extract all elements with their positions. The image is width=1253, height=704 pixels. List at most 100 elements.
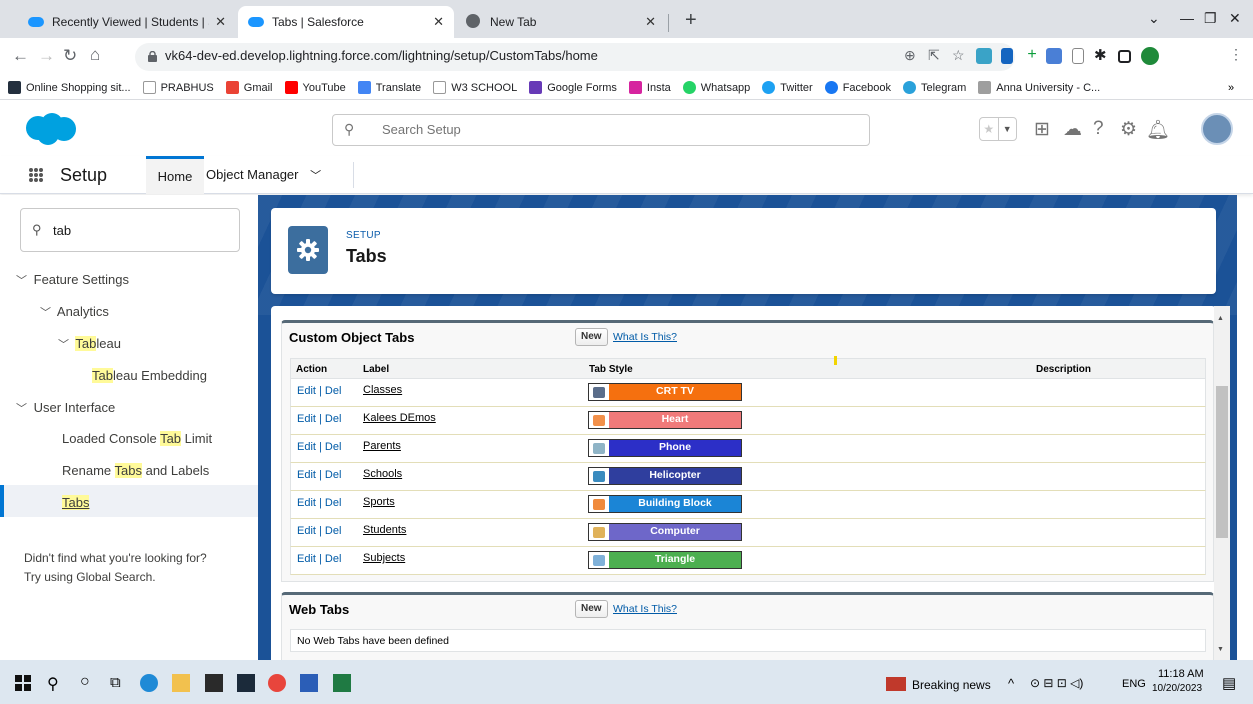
- word-icon[interactable]: [300, 674, 318, 692]
- browser-tab-new-tab[interactable]: New Tab ✕: [456, 6, 666, 38]
- store-icon[interactable]: [205, 674, 223, 692]
- bookmark-facebook[interactable]: Facebook: [824, 81, 891, 94]
- notifications-bell-icon[interactable]: 🔔︎: [1146, 118, 1170, 142]
- tree-rename-tabs-and-labels[interactable]: Rename Tabs and Labels: [62, 463, 209, 478]
- edge-icon[interactable]: [140, 674, 158, 692]
- bookmark-insta[interactable]: Insta: [628, 81, 671, 94]
- windows-start-icon[interactable]: [14, 674, 32, 692]
- tree-loaded-console-tab-limit[interactable]: Loaded Console Tab Limit: [62, 431, 212, 446]
- tree-feature-settings[interactable]: ﹀ Feature Settings: [16, 272, 129, 288]
- reload-icon[interactable]: ↻: [63, 46, 77, 66]
- extension-translate-icon[interactable]: [1046, 48, 1062, 64]
- bookmark-prabhus[interactable]: PRABHUS: [142, 81, 214, 94]
- tab-label-link[interactable]: Kalees DEmos: [363, 412, 436, 424]
- tree-analytics[interactable]: ﹀ Analytics: [40, 304, 109, 320]
- excel-icon[interactable]: [333, 674, 351, 692]
- browser-menu-icon[interactable]: ⋮: [1229, 46, 1243, 63]
- clock-date[interactable]: 10/20/2023: [1152, 683, 1202, 694]
- restore-icon[interactable]: ❐: [1204, 10, 1217, 27]
- chrome-icon[interactable]: [268, 674, 286, 692]
- favorite-star-icon[interactable]: ★: [980, 118, 998, 140]
- setup-gear-icon[interactable]: ⚙: [1120, 118, 1137, 141]
- side-panel-icon[interactable]: [1118, 50, 1131, 63]
- nav-tab-home[interactable]: Home: [146, 156, 204, 194]
- home-icon[interactable]: ⌂: [90, 45, 100, 65]
- edit-del-actions[interactable]: Edit | Del: [297, 385, 341, 397]
- global-actions-plus-icon[interactable]: ⊞: [1034, 118, 1050, 141]
- zoom-icon[interactable]: ⊕: [904, 47, 916, 64]
- extension-save-icon[interactable]: [1001, 48, 1013, 64]
- close-tab-icon[interactable]: ✕: [433, 14, 444, 30]
- extension-plus-icon[interactable]: +: [1024, 47, 1040, 64]
- scrollbar-thumb[interactable]: [1216, 386, 1228, 538]
- edit-del-actions[interactable]: Edit | Del: [297, 413, 341, 425]
- nav-tab-object-manager[interactable]: Object Manager ﹀: [206, 156, 321, 194]
- edit-del-actions[interactable]: Edit | Del: [297, 553, 341, 565]
- bookmarks-more-icon[interactable]: »: [1228, 82, 1234, 94]
- breaking-news-label[interactable]: Breaking news: [912, 678, 991, 692]
- share-icon[interactable]: ⇱: [928, 47, 940, 64]
- extensions-puzzle-icon[interactable]: ✱: [1094, 48, 1110, 64]
- browser-tab-recently-viewed[interactable]: Recently Viewed | Students | Sale ✕: [18, 6, 236, 38]
- new-custom-tab-button[interactable]: New: [575, 328, 608, 346]
- bookmark-telegram[interactable]: Telegram: [903, 81, 966, 94]
- task-view-icon[interactable]: ⧉: [110, 674, 121, 691]
- bookmark-google-forms[interactable]: Google Forms: [529, 81, 617, 94]
- tree-user-interface[interactable]: ﹀ User Interface: [16, 400, 115, 416]
- chevron-down-icon[interactable]: ﹀: [40, 304, 54, 320]
- scroll-up-arrow-icon[interactable]: ▲: [1217, 315, 1224, 322]
- mail-icon[interactable]: [237, 674, 255, 692]
- bookmark-whatsapp[interactable]: Whatsapp: [682, 81, 750, 94]
- what-is-this-link[interactable]: What Is This?: [613, 603, 677, 615]
- minimize-icon[interactable]: —: [1180, 10, 1194, 26]
- tree-tableau-embedding[interactable]: Tableau Embedding: [92, 368, 207, 383]
- tab-label-link[interactable]: Subjects: [363, 552, 405, 564]
- file-explorer-icon[interactable]: [172, 674, 190, 692]
- news-icon[interactable]: [886, 677, 906, 691]
- bookmark-anna-university[interactable]: Anna University - C...: [978, 81, 1100, 94]
- chevron-down-icon[interactable]: ﹀: [58, 336, 72, 352]
- bookmark-w3school[interactable]: W3 SCHOOL: [433, 81, 517, 94]
- edit-del-actions[interactable]: Edit | Del: [297, 525, 341, 537]
- tree-tabs[interactable]: Tabs: [62, 495, 90, 510]
- cortana-icon[interactable]: ○: [80, 673, 90, 691]
- chevron-down-icon[interactable]: ﹀: [16, 400, 30, 416]
- what-is-this-link[interactable]: What Is This?: [613, 331, 677, 343]
- salesforce-logo-icon[interactable]: [20, 112, 80, 146]
- clock-time[interactable]: 11:18 AM: [1158, 668, 1204, 680]
- profile-avatar-icon[interactable]: [1141, 47, 1159, 65]
- bookmark-youtube[interactable]: YouTube: [284, 81, 346, 94]
- bookmark-star-icon[interactable]: ☆: [952, 47, 965, 64]
- chevron-down-icon[interactable]: ﹀: [310, 170, 321, 182]
- tab-label-link[interactable]: Classes: [363, 384, 402, 396]
- close-window-icon[interactable]: ✕: [1229, 10, 1241, 27]
- chevron-down-icon[interactable]: ﹀: [16, 272, 30, 288]
- back-arrow-icon[interactable]: ←: [12, 46, 29, 66]
- language-indicator[interactable]: ENG: [1122, 678, 1146, 690]
- favorites-button[interactable]: ★ ▼: [979, 117, 1017, 141]
- bookmark-gmail[interactable]: Gmail: [225, 81, 273, 94]
- edit-del-actions[interactable]: Edit | Del: [297, 469, 341, 481]
- tab-label-link[interactable]: Sports: [363, 496, 395, 508]
- bookmark-online-shopping[interactable]: Online Shopping sit...: [8, 81, 131, 94]
- favorites-dropdown-icon[interactable]: ▼: [997, 118, 1017, 140]
- edit-del-actions[interactable]: Edit | Del: [297, 497, 341, 509]
- new-tab-plus-icon[interactable]: +: [685, 9, 697, 32]
- extension-drive-icon[interactable]: [976, 48, 992, 64]
- trailhead-icon[interactable]: ☁: [1063, 118, 1082, 141]
- bookmark-twitter[interactable]: Twitter: [762, 81, 813, 94]
- tray-icons[interactable]: ⊙ ⊟ ⊡ ◁): [1030, 676, 1083, 690]
- user-avatar[interactable]: [1201, 113, 1233, 145]
- tab-label-link[interactable]: Students: [363, 524, 406, 536]
- bookmark-translate[interactable]: Translate: [357, 81, 421, 94]
- tab-label-link[interactable]: Schools: [363, 468, 402, 480]
- forward-arrow-icon[interactable]: →: [38, 46, 55, 66]
- tab-search-chevron-icon[interactable]: ⌄: [1148, 10, 1160, 27]
- extension-page-icon[interactable]: [1072, 48, 1084, 64]
- edit-del-actions[interactable]: Edit | Del: [297, 441, 341, 453]
- tree-tableau[interactable]: ﹀ Tableau: [58, 336, 121, 352]
- windows-search-icon[interactable]: ⚲: [47, 674, 59, 694]
- notification-center-icon[interactable]: ▤: [1222, 674, 1236, 692]
- browser-tab-tabs-salesforce[interactable]: Tabs | Salesforce ✕: [238, 6, 454, 38]
- scroll-down-arrow-icon[interactable]: ▼: [1217, 646, 1224, 653]
